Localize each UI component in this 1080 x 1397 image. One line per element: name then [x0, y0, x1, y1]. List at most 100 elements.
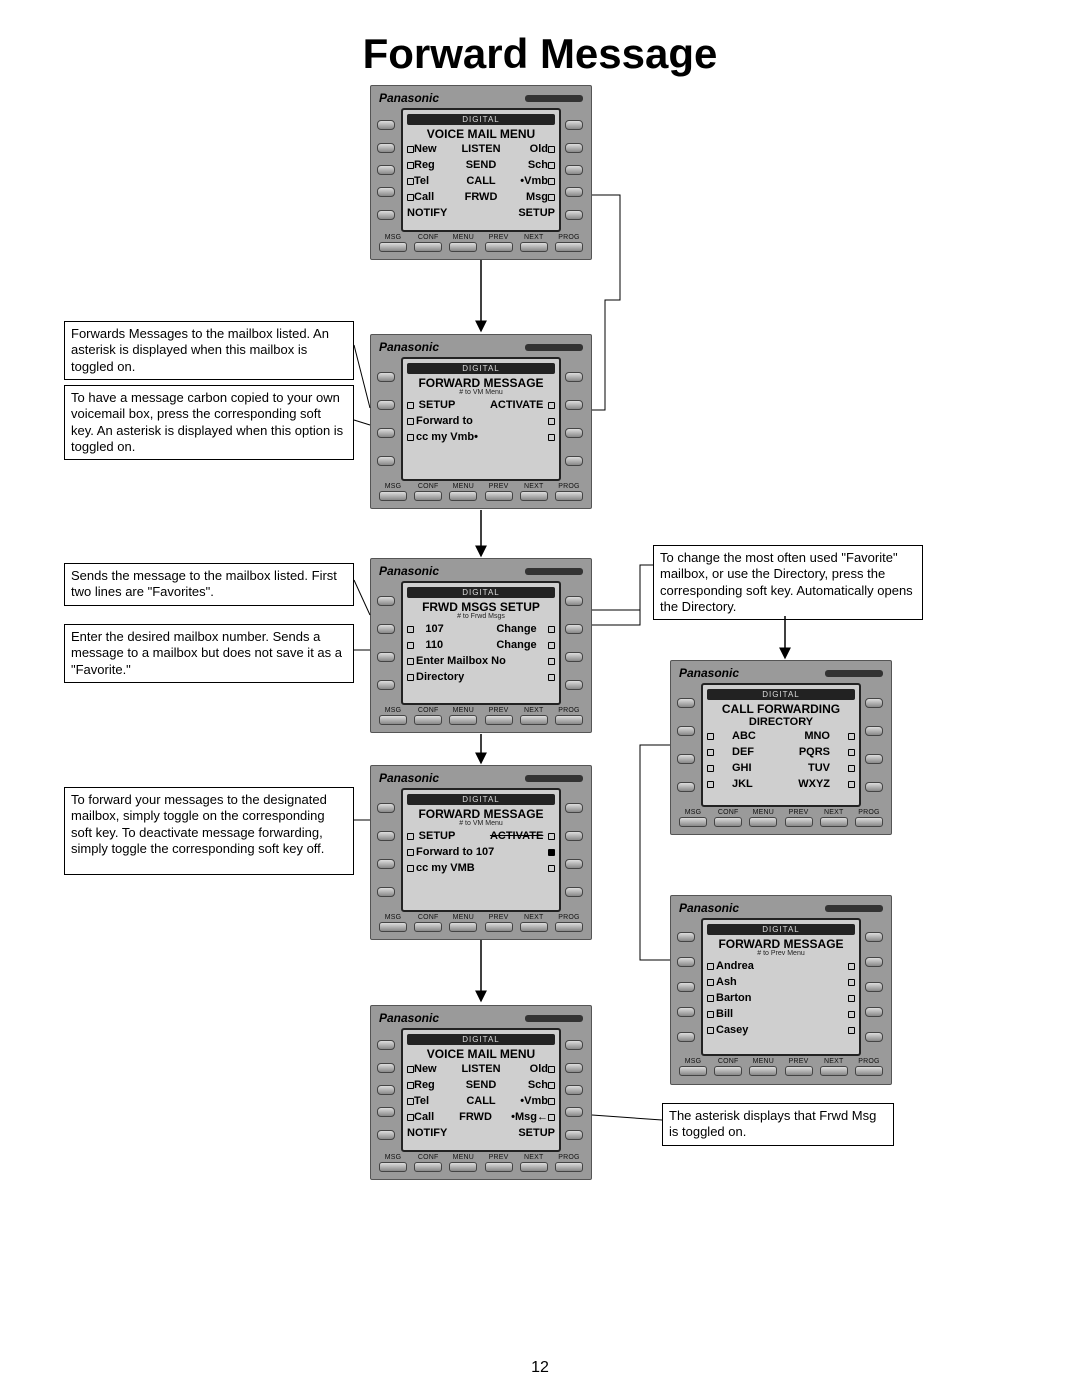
- bkey: PREV: [489, 1154, 509, 1161]
- bkey: CONF: [718, 1058, 739, 1065]
- row-r: •Vmb: [508, 1095, 548, 1107]
- lcd-subheader: # to VM Menu: [407, 820, 555, 827]
- bottom-keys[interactable]: MSG CONF MENU PREV NEXT PROG: [377, 705, 585, 725]
- row-txt: Andrea: [714, 960, 848, 972]
- brand-label: Panasonic: [379, 564, 439, 578]
- row-r: Change: [477, 623, 537, 635]
- row-l: Tel: [414, 175, 454, 187]
- phone-directory: Panasonic DIGITAL CALL FORWARDING DIRECT…: [670, 660, 892, 835]
- left-softkeys[interactable]: [377, 1028, 397, 1152]
- row-l: 107: [425, 623, 465, 635]
- bottom-keys[interactable]: MSG CONF MENU PREV NEXT PROG: [377, 1152, 585, 1172]
- bkey: PREV: [489, 707, 509, 714]
- bkey: PROG: [558, 234, 579, 241]
- row-txt: Barton: [714, 992, 848, 1004]
- bkey: NEXT: [524, 1154, 543, 1161]
- bkey: NEXT: [824, 809, 843, 816]
- bkey: PREV: [789, 1058, 809, 1065]
- lcd-header: FRWD MSGS SETUP: [407, 600, 555, 614]
- row-l: SETUP: [419, 830, 469, 842]
- row-l: New: [414, 1063, 454, 1075]
- left-softkeys[interactable]: [377, 581, 397, 705]
- left-softkeys[interactable]: [377, 357, 397, 481]
- row-txt: Forward to: [414, 415, 548, 427]
- bkey: NEXT: [524, 914, 543, 921]
- row-r: Change: [477, 639, 537, 651]
- brand-label: Panasonic: [379, 91, 439, 105]
- lcd-screen: DIGITAL FORWARD MESSAGE # to VM Menu SET…: [401, 357, 561, 481]
- row-txt: Ash: [714, 976, 848, 988]
- lcd-topbar: DIGITAL: [407, 363, 555, 374]
- bottom-keys[interactable]: MSG CONF MENU PREV NEXT PROG: [377, 912, 585, 932]
- bkey: MSG: [385, 483, 402, 490]
- bkey: MENU: [453, 234, 474, 241]
- bottom-keys[interactable]: MSG CONF MENU PREV NEXT PROG: [677, 1056, 885, 1076]
- lcd-screen: DIGITAL FRWD MSGS SETUP # to Frwd Msgs 1…: [401, 581, 561, 705]
- left-softkeys[interactable]: [377, 788, 397, 912]
- row-c: LISTEN: [454, 143, 508, 155]
- bkey: PREV: [489, 234, 509, 241]
- phone-forward-message: Panasonic DIGITAL FORWARD MESSAGE # to V…: [370, 334, 592, 509]
- left-softkeys[interactable]: [677, 918, 697, 1056]
- bkey: NEXT: [524, 707, 543, 714]
- brand-label: Panasonic: [379, 771, 439, 785]
- lcd-subheader: # to VM Menu: [407, 389, 555, 396]
- row-c: FRWD: [454, 1111, 497, 1123]
- bkey: MENU: [753, 1058, 774, 1065]
- phone-names: Panasonic DIGITAL FORWARD MESSAGE # to P…: [670, 895, 892, 1085]
- bkey: MENU: [753, 809, 774, 816]
- row-c: LISTEN: [454, 1063, 508, 1075]
- lcd-subheader: # to Prev Menu: [707, 950, 855, 957]
- bottom-keys[interactable]: MSG CONF MENU PREV NEXT PROG: [377, 481, 585, 501]
- row-txt: Enter Mailbox No: [414, 655, 548, 667]
- bottom-keys[interactable]: MSG CONF MENU PREV NEXT PROG: [377, 232, 585, 252]
- row-r: Sch: [508, 1079, 548, 1091]
- lcd-header: VOICE MAIL MENU: [407, 127, 555, 141]
- left-softkeys[interactable]: [677, 683, 697, 807]
- row-r: WXYZ: [790, 778, 830, 790]
- row-r: •Msg: [497, 1111, 537, 1123]
- bottom-keys[interactable]: MSG CONF MENU PREV NEXT PROG: [677, 807, 885, 827]
- speaker-grille: [825, 905, 883, 912]
- page-title: Forward Message: [0, 30, 1080, 78]
- row-r: Sch: [508, 159, 548, 171]
- bkey: MENU: [453, 707, 474, 714]
- phone-frwd-setup: Panasonic DIGITAL FRWD MSGS SETUP # to F…: [370, 558, 592, 733]
- bkey: MSG: [385, 234, 402, 241]
- callout-enter-mailbox: Enter the desired mailbox number. Sends …: [64, 624, 354, 683]
- row-r: ACTIVATE: [473, 399, 543, 411]
- speaker-grille: [525, 344, 583, 351]
- lcd-topbar: DIGITAL: [707, 924, 855, 935]
- row-c: SEND: [454, 1079, 508, 1091]
- right-softkeys[interactable]: [565, 357, 585, 481]
- bkey: PROG: [558, 1154, 579, 1161]
- bkey: PREV: [789, 809, 809, 816]
- lcd-screen: DIGITAL VOICE MAIL MENU NewLISTENOld Reg…: [401, 108, 561, 232]
- row-l: 110: [425, 639, 465, 651]
- row-c: SEND: [454, 159, 508, 171]
- lcd-header: FORWARD MESSAGE: [407, 376, 555, 390]
- row-txt: cc my Vmb•: [414, 431, 548, 443]
- right-softkeys[interactable]: [565, 108, 585, 232]
- row-l: GHI: [732, 762, 772, 774]
- right-softkeys[interactable]: [565, 788, 585, 912]
- right-softkeys[interactable]: [565, 1028, 585, 1152]
- right-softkeys[interactable]: [565, 581, 585, 705]
- brand-label: Panasonic: [379, 1011, 439, 1025]
- lcd-screen: DIGITAL VOICE MAIL MENU NewLISTENOld Reg…: [401, 1028, 561, 1152]
- callout-asterisk-toggled: The asterisk displays that Frwd Msg is t…: [662, 1103, 894, 1146]
- row-l: Reg: [414, 159, 454, 171]
- row-txt: Forward to 107: [414, 846, 548, 858]
- lcd-topbar: DIGITAL: [407, 587, 555, 598]
- callout-toggle-forward: To forward your messages to the designat…: [64, 787, 354, 875]
- row-r: TUV: [790, 762, 830, 774]
- right-softkeys[interactable]: [865, 918, 885, 1056]
- lcd-topbar: DIGITAL: [407, 1034, 555, 1045]
- row-l: NOTIFY: [407, 207, 467, 219]
- left-softkeys[interactable]: [377, 108, 397, 232]
- bkey: NEXT: [524, 234, 543, 241]
- lcd-header: FORWARD MESSAGE: [707, 937, 855, 951]
- row-c: CALL: [454, 175, 508, 187]
- right-softkeys[interactable]: [865, 683, 885, 807]
- bkey: CONF: [418, 707, 439, 714]
